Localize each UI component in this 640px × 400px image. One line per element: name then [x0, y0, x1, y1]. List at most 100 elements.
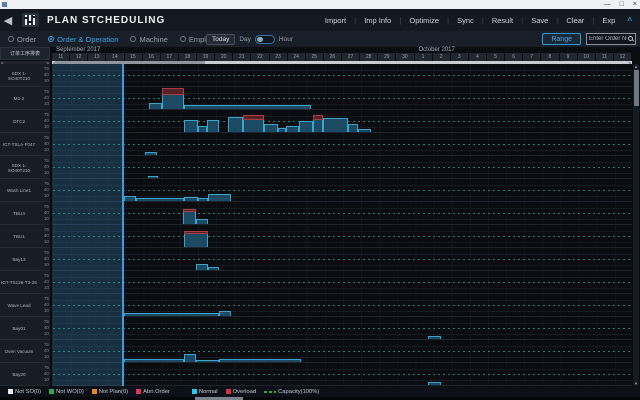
range-button[interactable]: Range	[542, 33, 581, 45]
legend-item-not-wo-0: Not WO(0)	[49, 389, 84, 395]
gantt-bar[interactable]	[219, 359, 301, 362]
machine-row-label[interactable]: M1-2754010	[0, 87, 50, 110]
overload-cap	[184, 231, 208, 234]
machine-row-label[interactable]: TBU4754010	[0, 202, 50, 225]
gantt-bar[interactable]	[323, 118, 348, 132]
gridline	[53, 93, 632, 94]
vertical-scrollbar[interactable]: ▲ ▼	[633, 64, 639, 386]
gantt-bar[interactable]	[184, 354, 196, 362]
gantt-bar[interactable]	[145, 152, 157, 155]
gantt-bar[interactable]	[228, 117, 243, 132]
gantt-bar[interactable]	[124, 359, 184, 362]
order-search-box	[586, 33, 636, 45]
toolbar-button-import[interactable]: Import	[317, 16, 354, 25]
gantt-bar[interactable]	[124, 313, 219, 316]
gantt-bar[interactable]	[196, 264, 208, 270]
toolbar-button-exp[interactable]: Exp	[594, 16, 623, 25]
vscrollbar-thumb[interactable]	[634, 70, 639, 106]
gantt-bar[interactable]	[313, 115, 323, 132]
gantt-bar[interactable]	[148, 176, 158, 178]
day-cell: 4	[469, 53, 487, 61]
day-cell: 30	[396, 53, 414, 61]
gantt-bar[interactable]	[183, 209, 196, 224]
day-cell: 22	[251, 53, 269, 61]
maximize-icon[interactable]: □	[620, 0, 624, 9]
gantt-row	[53, 133, 632, 156]
row-axis-ticks: 754010	[38, 250, 49, 269]
toolbar-button-optimize[interactable]: Optimize	[401, 16, 447, 25]
machine-row-label[interactable]: OTC2754010	[0, 110, 50, 133]
view-option-machine[interactable]: Machine	[130, 35, 167, 44]
gantt-bar[interactable]	[149, 103, 162, 109]
gantt-bar[interactable]	[348, 124, 358, 132]
capacity-line	[53, 98, 632, 99]
gantt-bar[interactable]	[208, 267, 219, 270]
machine-row-label[interactable]: ICT-TS126-T3-26754010	[0, 271, 50, 294]
scroll-up-icon[interactable]: ▲	[633, 64, 639, 69]
view-option-label: Order	[17, 35, 36, 44]
gantt-bar[interactable]	[428, 336, 441, 339]
day-cell: 14	[106, 53, 124, 61]
machine-row-label[interactable]: Bay13754010	[0, 248, 50, 271]
toolbar-button-save[interactable]: Save	[523, 16, 556, 25]
search-controls: Range	[542, 32, 636, 46]
gantt-bar[interactable]	[184, 231, 208, 247]
machine-row-label[interactable]: TBU1754010	[0, 225, 50, 248]
gridline	[53, 162, 632, 163]
toolbar-button-imp-info[interactable]: Imp Info	[356, 16, 399, 25]
day-cell: 21	[233, 53, 251, 61]
gantt-bar[interactable]	[184, 120, 198, 132]
gantt-bar[interactable]	[162, 88, 184, 109]
view-option-order[interactable]: Order	[8, 35, 36, 44]
close-icon[interactable]: ×	[633, 0, 637, 9]
legend-item-abn-order: Abn.Order	[136, 389, 170, 395]
capacity-line	[53, 305, 632, 306]
machine-name: OTC2	[0, 110, 38, 133]
machine-row-label[interactable]: Wash Line1754010	[0, 179, 50, 202]
day-hour-toggle[interactable]	[255, 35, 275, 44]
gantt-bar[interactable]	[184, 105, 311, 109]
gantt-bar[interactable]	[278, 128, 286, 132]
row-axis-ticks: 754010	[38, 365, 49, 384]
row-axis-ticks: 754010	[38, 296, 49, 315]
gantt-bar[interactable]	[136, 198, 184, 201]
gantt-bar[interactable]	[264, 124, 278, 132]
gantt-bar[interactable]	[198, 198, 208, 201]
toolbar-button-clear[interactable]: Clear	[558, 16, 592, 25]
gantt-bar[interactable]	[428, 382, 441, 385]
gantt-bar[interactable]	[208, 194, 231, 201]
machine-name: Bay20	[0, 363, 38, 386]
collapse-toolbar-icon[interactable]: ^	[623, 16, 636, 25]
order-search-input[interactable]	[589, 34, 627, 44]
gantt-bar[interactable]	[184, 197, 198, 201]
gantt-bar[interactable]	[243, 115, 264, 132]
gantt-bar[interactable]	[219, 311, 231, 316]
gantt-bar[interactable]	[358, 129, 371, 132]
gantt-bar[interactable]	[198, 126, 207, 132]
search-icon[interactable]	[628, 36, 633, 41]
machine-row-label[interactable]: ICT-TSLA-F047754010	[0, 133, 50, 156]
gantt-bar[interactable]	[299, 121, 313, 132]
day-header: 1112131415161718192021222324252627282930…	[52, 53, 632, 61]
gantt-bar[interactable]	[207, 120, 219, 132]
today-button[interactable]: Today	[206, 34, 235, 45]
view-option-order-operation[interactable]: Order & Operation	[48, 35, 118, 44]
machine-row-label[interactable]: Bay20754010	[0, 363, 50, 386]
gantt-bar[interactable]	[196, 360, 219, 362]
machine-row-label[interactable]: SDX 1-SO40T210754010	[0, 156, 50, 179]
machine-row-label[interactable]: SDX 1-SO40T210754010	[0, 64, 50, 87]
toolbar-button-result[interactable]: Result	[484, 16, 521, 25]
app-logo-icon	[22, 13, 39, 27]
gantt-bar[interactable]	[124, 196, 136, 201]
back-button[interactable]: ◀	[0, 14, 16, 27]
machine-row-label[interactable]: Bay01754010	[0, 317, 50, 340]
minimize-icon[interactable]: —	[604, 0, 611, 9]
gantt-row	[53, 340, 632, 363]
machine-row-label[interactable]: Oven Vacuum754010	[0, 340, 50, 363]
gantt-bar[interactable]	[196, 219, 208, 224]
gridline	[53, 311, 632, 312]
gantt-bar[interactable]	[286, 126, 299, 132]
machine-row-label[interactable]: Wave Lead754010	[0, 294, 50, 317]
toolbar-button-sync[interactable]: Sync	[449, 16, 482, 25]
gridline	[53, 196, 632, 197]
